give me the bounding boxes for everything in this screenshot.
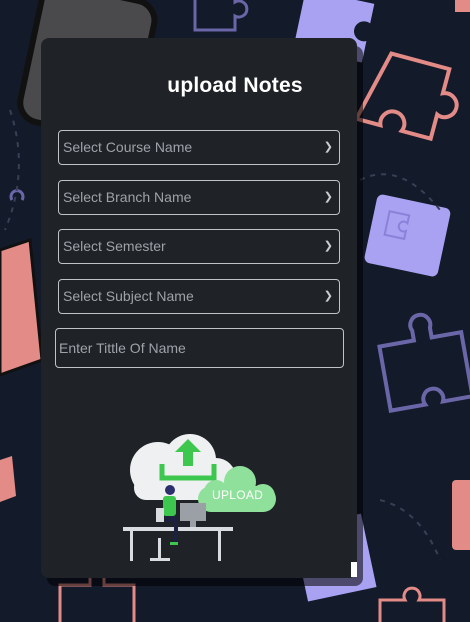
puzzle-outline-top	[193, 0, 249, 32]
course-select[interactable]: Select Course Name ❯	[58, 130, 340, 165]
subject-select-placeholder: Select Subject Name	[63, 288, 194, 304]
puzzle-outline-bottom-right	[378, 586, 446, 622]
puzzle-piece-purple-right	[364, 194, 451, 277]
title-input[interactable]: Enter Tittle Of Name	[55, 328, 344, 368]
monitor	[180, 503, 206, 521]
subject-select[interactable]: Select Subject Name ❯	[58, 279, 340, 314]
chevron-down-icon: ❯	[323, 191, 333, 203]
puzzle-piece-salmon-right	[452, 480, 470, 550]
upload-cloud-label: UPLOAD	[212, 488, 264, 502]
scrollbar-thumb[interactable]	[351, 562, 357, 577]
title-input-placeholder: Enter Tittle Of Name	[59, 340, 186, 356]
page-title: upload Notes	[167, 74, 303, 97]
branch-select[interactable]: Select Branch Name ❯	[58, 180, 340, 215]
dashed-curve-2	[379, 499, 441, 561]
puzzle-piece-salmon-left	[0, 237, 44, 377]
chevron-down-icon: ❯	[323, 240, 333, 252]
puzzle-outline-right	[377, 312, 470, 413]
semester-select[interactable]: Select Semester ❯	[58, 229, 340, 264]
chevron-down-icon: ❯	[323, 141, 333, 153]
course-select-placeholder: Select Course Name	[63, 139, 193, 155]
chevron-down-icon: ❯	[323, 290, 333, 302]
puzzle-piece-salmon-corner	[455, 0, 470, 12]
puzzle-piece-salmon-left-bottom	[0, 456, 16, 502]
branch-select-placeholder: Select Branch Name	[63, 189, 192, 205]
puzzle-outline-left	[9, 189, 25, 201]
dashed-curve-3	[4, 109, 20, 231]
semester-select-placeholder: Select Semester	[63, 238, 166, 254]
